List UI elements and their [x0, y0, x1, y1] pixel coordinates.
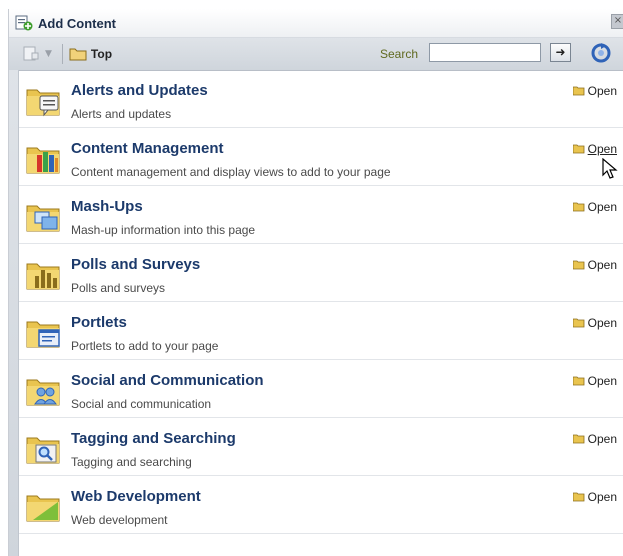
- open-link[interactable]: Open: [572, 316, 617, 330]
- close-icon[interactable]: ×: [611, 14, 623, 29]
- content-folder-icon: [26, 147, 60, 174]
- item-description: Social and communication: [71, 397, 212, 411]
- item-title[interactable]: Polls and Surveys: [71, 256, 200, 273]
- item-title[interactable]: Web Development: [71, 488, 201, 505]
- item-title[interactable]: Mash-Ups: [71, 198, 143, 215]
- social-folder-icon: [26, 379, 60, 406]
- open-link[interactable]: Open: [572, 142, 617, 156]
- open-folder-icon: [572, 144, 585, 154]
- toolbar: ▼ Top Search ➜: [9, 38, 623, 71]
- breadcrumb-top[interactable]: Top: [91, 47, 112, 61]
- alerts-folder-icon: [26, 89, 60, 117]
- refresh-icon[interactable]: [590, 42, 612, 64]
- item-title[interactable]: Portlets: [71, 314, 127, 331]
- item-description: Tagging and searching: [71, 455, 192, 469]
- item-description: Web development: [71, 513, 168, 527]
- breadcrumb[interactable]: Top: [69, 47, 112, 61]
- open-folder-icon: [572, 260, 585, 270]
- open-link[interactable]: Open: [572, 84, 617, 98]
- dialog-title: Add Content: [38, 15, 116, 31]
- portlets-folder-icon: [26, 321, 60, 348]
- open-folder-icon: [572, 318, 585, 328]
- chevron-down-icon[interactable]: ▼: [45, 49, 52, 59]
- list-item[interactable]: Social and Communication Social and comm…: [19, 360, 623, 418]
- folder-icon: [69, 48, 87, 61]
- item-title[interactable]: Tagging and Searching: [71, 430, 236, 447]
- open-folder-icon: [572, 202, 585, 212]
- search-label: Search: [380, 47, 419, 61]
- list-item[interactable]: Content Management Content management an…: [19, 128, 623, 186]
- list-item[interactable]: Tagging and Searching Tagging and search…: [19, 418, 623, 476]
- add-content-icon: [15, 15, 33, 31]
- mouse-pointer-icon: [602, 158, 618, 179]
- list-item[interactable]: Alerts and Updates Alerts and updates Op…: [19, 70, 623, 128]
- mashup-folder-icon: [26, 205, 60, 232]
- open-folder-icon: [572, 376, 585, 386]
- polls-folder-icon: [26, 263, 60, 290]
- search-go-button[interactable]: ➜: [550, 43, 571, 62]
- item-description: Content management and display views to …: [71, 165, 391, 179]
- open-folder-icon: [572, 86, 585, 96]
- add-item-icon[interactable]: [21, 44, 41, 64]
- list-item[interactable]: Polls and Surveys Polls and surveys Open: [19, 244, 623, 302]
- toolbar-separator: [61, 44, 63, 64]
- open-link[interactable]: Open: [572, 258, 617, 272]
- open-link[interactable]: Open: [572, 200, 617, 214]
- dialog-titlebar: Add Content ×: [9, 9, 623, 38]
- tagging-folder-icon: [26, 437, 60, 464]
- item-description: Polls and surveys: [71, 281, 166, 295]
- open-link[interactable]: Open: [572, 490, 617, 504]
- item-description: Mash-up information into this page: [71, 223, 256, 237]
- item-title[interactable]: Content Management: [71, 140, 224, 157]
- item-title[interactable]: Alerts and Updates: [71, 82, 208, 99]
- item-title[interactable]: Social and Communication: [71, 372, 264, 389]
- left-edge-strip: [9, 70, 19, 556]
- open-folder-icon: [572, 434, 585, 444]
- content-catalog-list: Alerts and Updates Alerts and updates Op…: [19, 70, 623, 534]
- list-item[interactable]: Web Development Web development Open: [19, 476, 623, 534]
- add-content-dialog: Add Content × ▼ Top Search ➜ Alerts and …: [8, 9, 623, 556]
- open-link[interactable]: Open: [572, 432, 617, 446]
- list-item[interactable]: Mash-Ups Mash-up information into this p…: [19, 186, 623, 244]
- open-link[interactable]: Open: [572, 374, 617, 388]
- webdev-folder-icon: [26, 495, 60, 522]
- open-folder-icon: [572, 492, 585, 502]
- item-description: Portlets to add to your page: [71, 339, 219, 353]
- list-item[interactable]: Portlets Portlets to add to your page Op…: [19, 302, 623, 360]
- item-description: Alerts and updates: [71, 107, 172, 121]
- search-input[interactable]: [429, 43, 541, 62]
